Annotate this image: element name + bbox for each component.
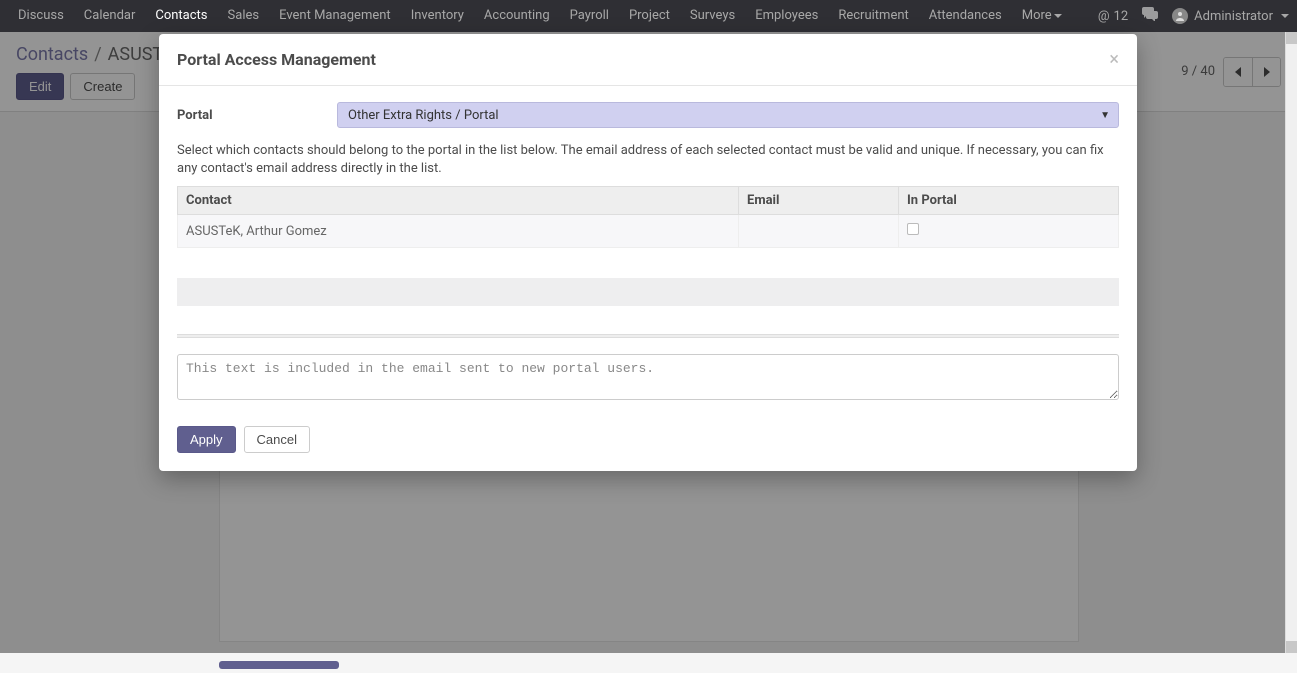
nav-item-accounting[interactable]: Accounting xyxy=(474,0,560,32)
modal-footer: Apply Cancel xyxy=(159,412,1137,471)
th-email: Email xyxy=(739,187,899,215)
nav-item-more-label: More xyxy=(1022,8,1052,23)
nav-item-payroll[interactable]: Payroll xyxy=(560,0,619,32)
nav-item-sales[interactable]: Sales xyxy=(218,0,270,32)
scroll-down-button[interactable] xyxy=(1286,641,1297,653)
portal-field-label: Portal xyxy=(177,108,337,123)
user-menu[interactable]: Administrator xyxy=(1172,8,1289,24)
avatar xyxy=(1172,8,1188,24)
th-contact: Contact xyxy=(178,187,739,215)
table-footer-spacer xyxy=(177,278,1119,306)
nav-item-project[interactable]: Project xyxy=(619,0,680,32)
top-navbar: Discuss Calendar Contacts Sales Event Ma… xyxy=(0,0,1297,32)
modal-body: Portal Other Extra Rights / Portal Selec… xyxy=(159,86,1137,412)
in-portal-checkbox[interactable] xyxy=(907,223,919,235)
welcome-message-textarea[interactable] xyxy=(177,354,1119,400)
cancel-button[interactable]: Cancel xyxy=(244,426,310,453)
section-separator xyxy=(177,334,1119,338)
cell-contact: ASUSTeK, Arthur Gomez xyxy=(178,215,739,248)
mentions-count: 12 xyxy=(1114,9,1129,24)
mentions-badge[interactable]: @ 12 xyxy=(1098,9,1128,24)
nav-item-surveys[interactable]: Surveys xyxy=(680,0,745,32)
nav-item-attendances[interactable]: Attendances xyxy=(919,0,1012,32)
apply-button[interactable]: Apply xyxy=(177,426,236,453)
portal-select-value: Other Extra Rights / Portal xyxy=(348,108,499,123)
table-row: ASUSTeK, Arthur Gomez xyxy=(178,215,1119,248)
user-name: Administrator xyxy=(1194,9,1273,24)
chat-icon[interactable] xyxy=(1142,7,1158,25)
nav-item-more[interactable]: More xyxy=(1012,0,1072,32)
modal-header: Portal Access Management × xyxy=(159,34,1137,86)
nav-item-employees[interactable]: Employees xyxy=(745,0,828,32)
modal-title: Portal Access Management xyxy=(177,50,376,69)
vertical-scrollbar[interactable] xyxy=(1285,32,1297,653)
nav-left: Discuss Calendar Contacts Sales Event Ma… xyxy=(8,0,1072,32)
nav-item-contacts[interactable]: Contacts xyxy=(145,0,217,32)
portal-access-modal: Portal Access Management × Portal Other … xyxy=(159,34,1137,471)
cell-email[interactable] xyxy=(739,215,899,248)
nav-item-recruitment[interactable]: Recruitment xyxy=(828,0,918,32)
contacts-table: Contact Email In Portal ASUSTeK, Arthur … xyxy=(177,186,1119,248)
nav-item-event-management[interactable]: Event Management xyxy=(269,0,401,32)
nav-item-calendar[interactable]: Calendar xyxy=(74,0,146,32)
nav-item-discuss[interactable]: Discuss xyxy=(8,0,74,32)
cell-in-portal xyxy=(899,215,1119,248)
portal-select[interactable]: Other Extra Rights / Portal xyxy=(337,102,1119,128)
th-in-portal: In Portal xyxy=(899,187,1119,215)
help-text: Select which contacts should belong to t… xyxy=(177,142,1119,178)
close-icon[interactable]: × xyxy=(1109,51,1119,69)
chevron-down-icon xyxy=(1054,14,1062,18)
nav-right: @ 12 Administrator xyxy=(1098,7,1289,25)
scroll-up-button[interactable] xyxy=(1286,32,1297,44)
at-icon: @ xyxy=(1098,9,1110,24)
chevron-down-icon xyxy=(1281,14,1289,18)
nav-item-inventory[interactable]: Inventory xyxy=(401,0,474,32)
